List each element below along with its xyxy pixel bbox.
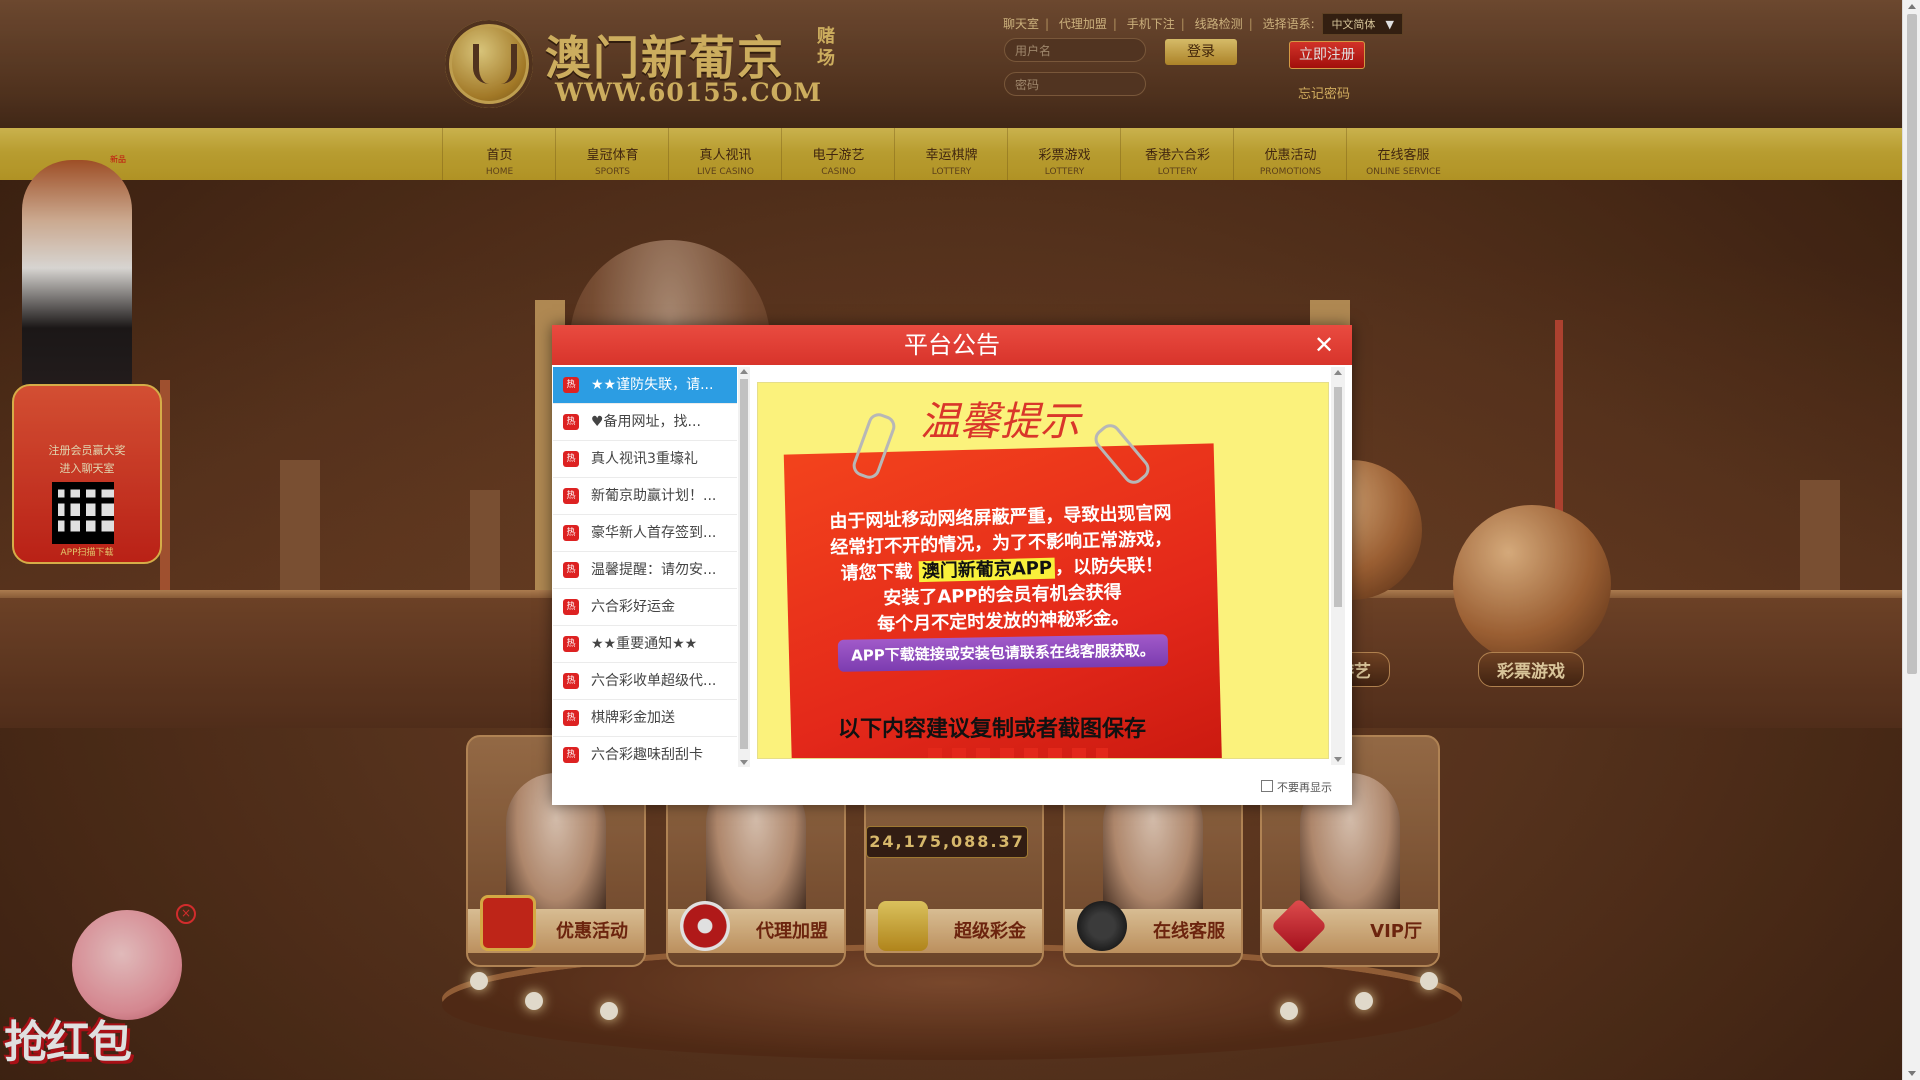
hot-tag-icon: 热	[563, 488, 579, 504]
list-scrollbar[interactable]	[738, 367, 750, 767]
list-item[interactable]: 热豪华新人首存签到...	[553, 515, 737, 552]
hot-tag-icon: 热	[563, 377, 579, 393]
notice-line3-pre: 请您下载	[840, 561, 913, 585]
notice-scrollbar[interactable]	[1331, 367, 1345, 765]
list-item[interactable]: 热 ★★谨防失联，请...	[553, 367, 737, 404]
list-item-text: 豪华新人首存签到...	[591, 525, 717, 541]
list-item-text: ★★谨防失联，请...	[591, 377, 714, 393]
scroll-thumb[interactable]	[740, 379, 748, 749]
hot-tag-icon: 热	[563, 562, 579, 578]
hot-tag-icon: 热	[563, 747, 579, 763]
list-item[interactable]: 热温馨提醒：请勿安...	[553, 552, 737, 589]
dont-show-label: 不要再显示	[1277, 781, 1332, 794]
page-scrollbar[interactable]	[1902, 0, 1920, 1080]
ribbon-decoration	[928, 748, 1108, 758]
list-item[interactable]: 热真人视讯3重壕礼	[553, 441, 737, 478]
scroll-up-icon[interactable]	[1334, 370, 1342, 375]
list-item-text: 六合彩趣味刮刮卡	[591, 747, 703, 763]
list-item-text: 真人视讯3重壕礼	[591, 451, 698, 467]
announcement-modal: 平台公告 ✕ 热 ★★谨防失联，请... 热 ♥备用网址，找... 热真人视讯3重壕…	[552, 325, 1352, 805]
scroll-down-icon[interactable]	[1334, 757, 1342, 762]
notice-line3-post: ，以防失联！	[1054, 554, 1164, 579]
hot-tag-icon: 热	[563, 599, 579, 615]
modal-header: 平台公告 ✕	[552, 325, 1352, 365]
list-item-text: ♥备用网址，找...	[591, 414, 701, 430]
dont-show-again[interactable]: 不要再显示	[1261, 779, 1332, 795]
hot-tag-icon: 热	[563, 525, 579, 541]
notice-purple-band: APP下载链接或安装包请联系在线客服获取。	[837, 634, 1169, 672]
announcement-list: 热 ★★谨防失联，请... 热 ♥备用网址，找... 热真人视讯3重壕礼 热新葡京助…	[553, 367, 739, 767]
list-item[interactable]: 热六合彩好运金	[553, 589, 737, 626]
list-item-text: 六合彩好运金	[591, 599, 675, 615]
notice-app-highlight: 澳门新葡京APP	[918, 557, 1056, 583]
modal-title: 平台公告	[904, 331, 1000, 359]
list-item[interactable]: 热六合彩趣味刮刮卡	[553, 737, 737, 767]
checkbox[interactable]	[1261, 780, 1273, 792]
scroll-up-icon[interactable]	[740, 369, 748, 374]
scroll-thumb[interactable]	[1334, 387, 1342, 607]
list-item-text: 六合彩收单超级代...	[591, 673, 717, 689]
notice-content: 温馨提示 由于网址移动网络屏蔽严重，导致出现官网 经常打不开的情况，为了不影响正…	[757, 382, 1329, 759]
list-item-text: 温馨提醒：请勿安...	[591, 562, 717, 578]
hot-tag-icon: 热	[563, 636, 579, 652]
scroll-down-icon[interactable]	[740, 760, 748, 765]
list-item-text: 新葡京助赢计划！...	[591, 488, 717, 504]
list-item-text: ★★重要通知★★	[591, 636, 698, 652]
list-item[interactable]: 热棋牌彩金加送	[553, 700, 737, 737]
scroll-thumb[interactable]	[1907, 14, 1917, 674]
hot-tag-icon: 热	[563, 710, 579, 726]
scroll-up-icon[interactable]	[1908, 4, 1916, 9]
scroll-down-icon[interactable]	[1908, 1071, 1916, 1076]
close-icon[interactable]: ✕	[1312, 333, 1336, 357]
hot-tag-icon: 热	[563, 451, 579, 467]
list-item-text: 棋牌彩金加送	[591, 710, 675, 726]
list-item[interactable]: 热 ★★重要通知★★	[553, 626, 737, 663]
notice-save-tip: 以下内容建议复制或者截图保存	[838, 717, 1147, 742]
list-item[interactable]: 热新葡京助赢计划！...	[553, 478, 737, 515]
hot-tag-icon: 热	[563, 673, 579, 689]
notice-title: 温馨提示	[920, 399, 1080, 445]
list-item[interactable]: 热六合彩收单超级代...	[553, 663, 737, 700]
hot-tag-icon: 热	[563, 414, 579, 430]
list-item[interactable]: 热 ♥备用网址，找...	[553, 404, 737, 441]
